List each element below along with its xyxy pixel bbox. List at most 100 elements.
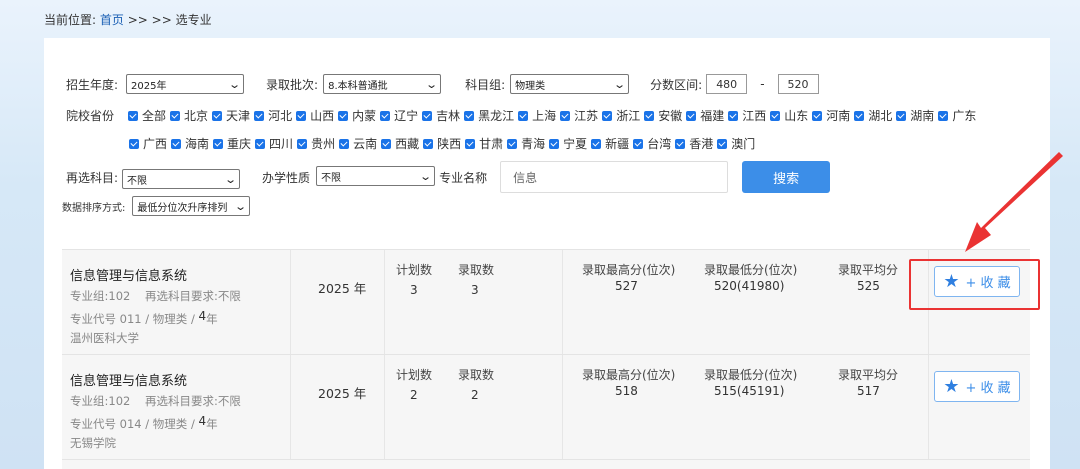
checkbox-checked-icon[interactable] [675,138,686,149]
max-header: 录取最高分(位次) [582,368,676,382]
province-checkbox[interactable]: 安徽 [644,107,682,124]
checkbox-checked-icon[interactable] [338,110,349,121]
score-min-input[interactable]: 480 [706,74,748,94]
province-checkbox[interactable]: 宁夏 [549,135,587,152]
province-checkbox[interactable]: 澳门 [717,135,755,152]
checkbox-checked-icon[interactable] [560,110,571,121]
reselect-select[interactable]: 不限 ⌄ [122,169,241,189]
province-checkbox[interactable]: 福建 [686,107,724,124]
province-checkbox[interactable]: 辽宁 [380,107,418,124]
checkbox-checked-icon[interactable] [770,110,781,121]
checkbox-checked-icon[interactable] [507,138,518,149]
province-checkbox[interactable]: 江苏 [560,107,598,124]
checkbox-checked-icon[interactable] [896,110,907,121]
checkbox-checked-icon[interactable] [633,138,644,149]
checkbox-checked-icon[interactable] [518,110,529,121]
divider [384,250,385,354]
checkbox-checked-icon[interactable] [171,138,182,149]
checkbox-checked-icon[interactable] [812,110,823,121]
province-label: 江苏 [574,109,599,123]
checkbox-checked-icon[interactable] [465,138,476,149]
province-checkbox[interactable]: 广东 [938,107,976,124]
subject-requirement: 再选科目要求:不限 [144,394,241,408]
batch-select[interactable]: 8.本科普通批 ⌄ [323,74,442,94]
province-checkbox[interactable]: 甘肃 [465,135,503,152]
subject-select[interactable]: 物理类 ⌄ [510,74,630,94]
province-checkbox[interactable]: 吉林 [422,107,460,124]
checkbox-checked-icon[interactable] [380,110,391,121]
province-checkbox[interactable]: 青海 [507,135,545,152]
province-checkbox[interactable]: 河南 [812,107,850,124]
province-checkbox[interactable]: 全部 [128,107,166,124]
checkbox-checked-icon[interactable] [128,110,139,121]
province-checkbox[interactable]: 江西 [728,107,766,124]
admission-year: 2025 年 [318,278,366,297]
checkbox-checked-icon[interactable] [254,110,265,121]
checkbox-checked-icon[interactable] [422,110,433,121]
province-checkbox[interactable]: 海南 [171,135,209,152]
major-search-input[interactable]: 信息 [500,161,729,193]
province-checkbox[interactable]: 内蒙 [338,107,376,124]
chevron-down-icon: ⌄ [425,77,438,91]
favorite-button[interactable]: ★ + 收 藏 [934,371,1020,402]
checkbox-checked-icon[interactable] [464,110,475,121]
year-select[interactable]: 2025年 ⌄ [126,74,245,94]
checkbox-checked-icon[interactable] [717,138,728,149]
province-checkbox[interactable]: 河北 [254,107,292,124]
province-checkbox[interactable]: 香港 [675,135,713,152]
province-checkbox[interactable]: 广西 [129,135,167,152]
score-max-input[interactable]: 520 [777,74,819,94]
province-checkbox[interactable]: 重庆 [213,135,251,152]
checkbox-checked-icon[interactable] [938,110,949,121]
province-checkbox[interactable]: 台湾 [633,135,671,152]
school-name: 无锡学院 [70,436,116,450]
checkbox-checked-icon[interactable] [339,138,350,149]
checkbox-checked-icon[interactable] [129,138,139,149]
province-label: 上海 [532,109,557,123]
checkbox-checked-icon[interactable] [296,110,307,121]
province-label: 新疆 [605,137,630,151]
avg-value: 525 [857,279,880,293]
checkbox-checked-icon[interactable] [381,138,392,149]
checkbox-checked-icon[interactable] [591,138,602,149]
province-checkbox[interactable]: 浙江 [602,107,640,124]
checkbox-checked-icon[interactable] [549,138,560,149]
checkbox-checked-icon[interactable] [297,138,308,149]
province-checkbox[interactable]: 湖南 [896,107,934,124]
province-checkbox[interactable]: 云南 [339,135,377,152]
province-label: 江西 [742,109,767,123]
divider [562,355,563,459]
study-years-unit: 年 [206,417,218,431]
search-button[interactable]: 搜索 [742,161,831,193]
checkbox-checked-icon[interactable] [255,138,266,149]
province-checkbox[interactable]: 四川 [255,135,293,152]
province-checkbox[interactable]: 山西 [296,107,334,124]
checkbox-checked-icon[interactable] [602,110,613,121]
checkbox-checked-icon[interactable] [854,110,865,121]
province-checkbox[interactable]: 西藏 [381,135,419,152]
checkbox-checked-icon[interactable] [728,110,739,121]
subject-select-value: 物理类 [515,80,546,92]
checkbox-checked-icon[interactable] [686,110,697,121]
province-checkbox[interactable]: 新疆 [591,135,629,152]
province-checkbox[interactable]: 陕西 [423,135,461,152]
major-code-line: 专业代号 011 / 物理类 / 4年 [70,309,218,327]
school-name: 温州医科大学 [70,331,139,345]
province-checkbox[interactable]: 天津 [212,107,250,124]
sort-select[interactable]: 最低分位次升序排列 ⌄ [132,196,251,216]
province-checkbox[interactable]: 湖北 [854,107,892,124]
province-label: 重庆 [227,137,252,151]
province-checkbox[interactable]: 贵州 [297,135,335,152]
province-checkbox[interactable]: 北京 [170,107,208,124]
checkbox-checked-icon[interactable] [212,110,223,121]
checkbox-checked-icon[interactable] [644,110,655,121]
school-type-select[interactable]: 不限 ⌄ [316,166,436,186]
breadcrumb-home-link[interactable]: 首页 [100,13,124,27]
checkbox-checked-icon[interactable] [423,138,434,149]
study-years: 4 [198,309,207,323]
province-checkbox[interactable]: 上海 [518,107,556,124]
checkbox-checked-icon[interactable] [213,138,224,149]
checkbox-checked-icon[interactable] [170,110,181,121]
province-checkbox[interactable]: 黑龙江 [464,107,514,124]
province-checkbox[interactable]: 山东 [770,107,808,124]
